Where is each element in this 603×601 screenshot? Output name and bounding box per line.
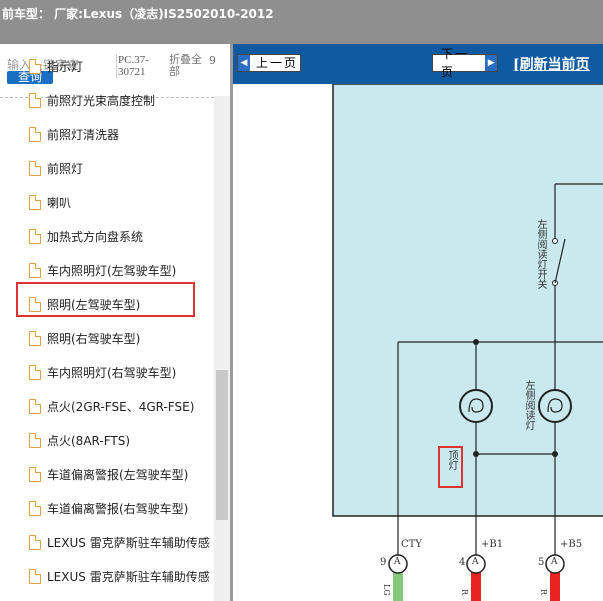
document-icon <box>29 262 41 278</box>
next-page-label: 下一页 <box>441 47 470 79</box>
tree-item[interactable]: LEXUS 雷克萨斯驻车辅助传感 <box>29 566 210 586</box>
tree-item-label: 车内照明灯(右驾驶车型) <box>47 365 177 380</box>
refresh-link[interactable]: [刷新当前页 <box>513 54 590 74</box>
tree-item[interactable]: 车内照明灯(左驾驶车型) <box>29 260 176 280</box>
wire-red <box>550 572 560 601</box>
tree-item[interactable]: 照明(右驾驶车型) <box>29 328 140 348</box>
scrollbar-thumb[interactable] <box>216 370 228 520</box>
left-panel: 输入关键字查 查询 PC.37-30721 折叠全部 9 指示灯 前照灯光束高度控… <box>0 44 230 601</box>
connector-letter: A <box>394 557 401 567</box>
junction-dot <box>473 339 479 345</box>
title-bar: 前车型： 厂家:Lexus（凌志)IS2502010-2012 <box>0 0 603 44</box>
document-icon <box>29 160 41 176</box>
prev-page-label: 上一页 <box>256 56 299 70</box>
wire-color-label: R <box>539 589 548 596</box>
highlight-box <box>16 282 195 317</box>
right-arrow-icon: ▶ <box>485 55 497 71</box>
tree-item-label: 车道偏离警报(右驾驶车型) <box>47 501 189 516</box>
next-page-button[interactable]: 下一页 ▶ <box>432 47 498 79</box>
pin-number: 5 <box>538 557 545 568</box>
right-panel: ◀ 上一页 下一页 ▶ [刷新当前页 左侧阅读灯开关 左侧阅读灯 顶灯 CTY … <box>233 44 603 601</box>
document-icon <box>29 534 41 550</box>
document-icon <box>29 568 41 584</box>
dome-highlight-box <box>438 446 463 488</box>
diagram-area <box>332 83 603 517</box>
pc-code: PC.37-30721 <box>116 54 166 78</box>
switch-label: 左侧阅读灯开关 <box>535 219 546 289</box>
reading-lamp-icon <box>538 389 572 423</box>
document-icon <box>29 194 41 210</box>
collapse-extra: 9 <box>209 54 216 67</box>
collapse-all-button[interactable]: 折叠全部 <box>169 54 209 78</box>
tree-item[interactable]: 前照灯 <box>29 158 83 178</box>
document-icon <box>29 466 41 482</box>
document-icon <box>29 398 41 414</box>
document-icon <box>29 364 41 380</box>
prev-page-button[interactable]: ◀ 上一页 <box>237 54 301 72</box>
tree-item[interactable]: 车内照明灯(右驾驶车型) <box>29 362 176 382</box>
document-icon <box>29 330 41 346</box>
pin-signal: +B5 <box>560 539 583 550</box>
tree-item-label: 加热式方向盘系统 <box>47 229 144 244</box>
document-icon <box>29 126 41 142</box>
tree-item-label: 前照灯 <box>47 161 84 176</box>
window-title: 前车型： 厂家:Lexus（凌志)IS2502010-2012 <box>2 7 274 21</box>
tree-item-label: 车道偏离警报(左驾驶车型) <box>47 467 189 482</box>
tree-item[interactable]: 喇叭 <box>29 192 71 212</box>
connector-letter: A <box>472 557 479 567</box>
tree-item[interactable]: 车道偏离警报(右驾驶车型) <box>29 498 188 518</box>
junction-dot <box>552 451 558 457</box>
tree-item-label: 点火(8AR-FTS) <box>47 433 131 448</box>
wire-color-label: R <box>460 589 469 596</box>
tree-item[interactable]: 前照灯清洗器 <box>29 124 119 144</box>
left-arrow-icon: ◀ <box>238 55 250 71</box>
dome-lamp-icon <box>459 389 493 423</box>
tree-item[interactable]: LEXUS 雷克萨斯驻车辅助传感 <box>29 532 210 552</box>
tree-item-label: 照明(右驾驶车型) <box>47 331 141 346</box>
tree-item[interactable]: 指示灯 <box>29 56 83 76</box>
tree-item-label: 点火(2GR-FSE、4GR-FSE) <box>47 399 195 414</box>
switch-contact-top <box>552 238 558 244</box>
tree-item[interactable]: 车道偏离警报(左驾驶车型) <box>29 464 188 484</box>
wiring-diagram: 左侧阅读灯开关 左侧阅读灯 顶灯 CTY +B1 +B5 9 4 5 A A A… <box>233 83 603 601</box>
wire-green <box>393 572 403 601</box>
document-icon <box>29 92 41 108</box>
pin-signal: +B1 <box>481 539 504 550</box>
document-icon <box>29 500 41 516</box>
tree-item-label: 喇叭 <box>47 195 72 210</box>
pin-number: 9 <box>380 557 387 568</box>
document-icon <box>29 432 41 448</box>
tree-item[interactable]: 加热式方向盘系统 <box>29 226 143 246</box>
tree-item-label: 前照灯光束高度控制 <box>47 93 156 108</box>
tree-item-label: 车内照明灯(左驾驶车型) <box>47 263 177 278</box>
pin-number: 4 <box>459 557 466 568</box>
tree-item[interactable]: 点火(8AR-FTS) <box>29 430 130 450</box>
scrollbar[interactable] <box>214 96 230 601</box>
wire-red <box>471 572 481 601</box>
nav-bar: ◀ 上一页 下一页 ▶ [刷新当前页 <box>233 44 603 84</box>
tree-item[interactable]: 前照灯光束高度控制 <box>29 90 155 110</box>
tree-item-label: LEXUS 雷克萨斯驻车辅助传感 <box>47 569 210 584</box>
junction-dot <box>473 451 479 457</box>
document-icon <box>29 228 41 244</box>
reading-lamp-label: 左侧阅读灯 <box>523 380 534 430</box>
document-icon <box>29 58 41 74</box>
diagram-svg <box>332 83 603 601</box>
tree-item-label: LEXUS 雷克萨斯驻车辅助传感 <box>47 535 210 550</box>
pin-signal: CTY <box>401 539 422 550</box>
tree-item[interactable]: 点火(2GR-FSE、4GR-FSE) <box>29 396 194 416</box>
tree-item-label: 前照灯清洗器 <box>47 127 120 142</box>
tree-item-label: 指示灯 <box>47 59 84 74</box>
connector-letter: A <box>551 557 558 567</box>
wire-color-label: LG <box>382 584 391 596</box>
